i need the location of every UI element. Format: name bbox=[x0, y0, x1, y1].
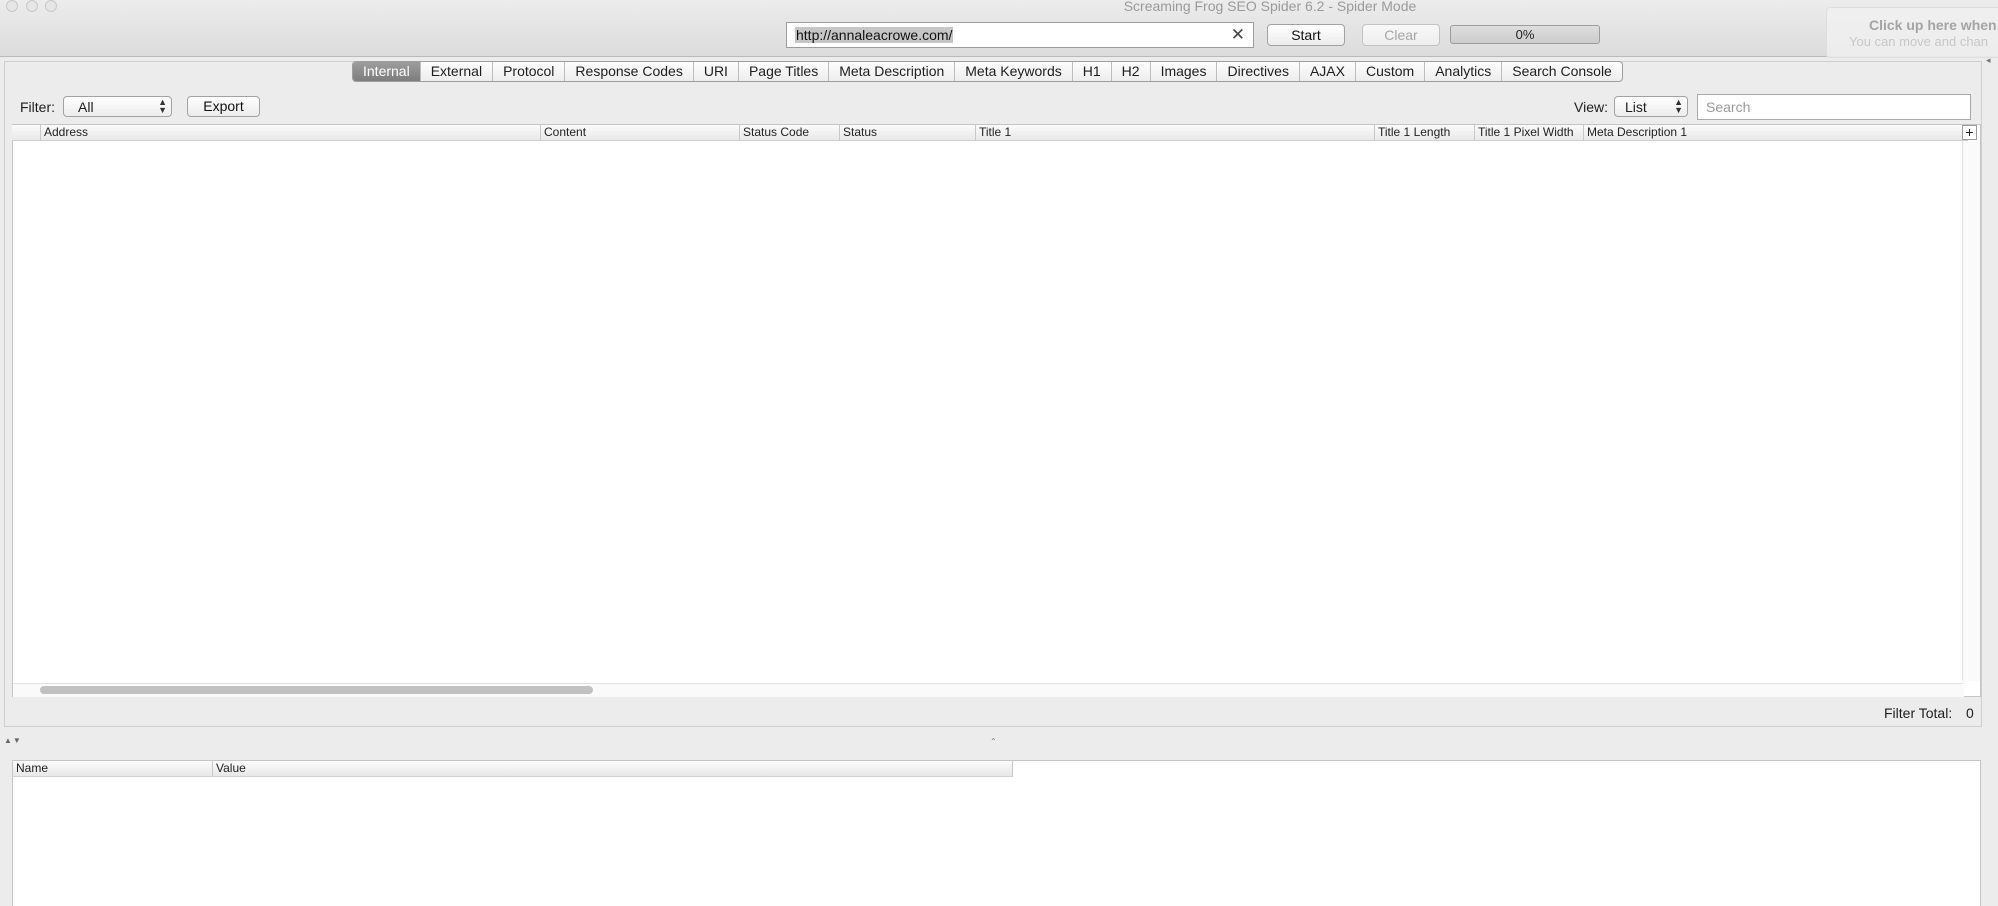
start-button[interactable]: Start bbox=[1267, 24, 1345, 46]
url-input-value[interactable]: http://annaleacrowe.com/ bbox=[795, 27, 954, 43]
details-column-value[interactable]: Value bbox=[213, 761, 1013, 776]
filter-total-value: 0 bbox=[1966, 705, 1974, 721]
tab-external[interactable]: External bbox=[421, 62, 494, 81]
tab-meta-description[interactable]: Meta Description bbox=[829, 62, 956, 81]
splitter-handle-icon[interactable]: ⌃ bbox=[990, 737, 997, 746]
clear-button[interactable]: Clear bbox=[1362, 24, 1440, 46]
column-header-title-1-length[interactable]: Title 1 Length bbox=[1374, 125, 1474, 140]
view-label: View: bbox=[1574, 99, 1608, 115]
view-select[interactable]: List ▲ ▼ bbox=[1614, 96, 1688, 117]
details-table bbox=[12, 760, 1981, 906]
column-header-status-code[interactable]: Status Code bbox=[739, 125, 839, 140]
details-column-name[interactable]: Name bbox=[13, 761, 213, 776]
column-header-meta-description-1[interactable]: Meta Description 1 bbox=[1583, 125, 1968, 140]
row-number-header bbox=[12, 125, 40, 140]
tab-search-console[interactable]: Search Console bbox=[1502, 62, 1622, 81]
search-input[interactable] bbox=[1697, 94, 1971, 120]
splitter-arrows-icon[interactable]: ◂ bbox=[1986, 55, 1996, 65]
close-icon[interactable]: ✕ bbox=[1231, 25, 1245, 45]
tab-protocol[interactable]: Protocol bbox=[493, 62, 566, 81]
tab-images[interactable]: Images bbox=[1151, 62, 1218, 81]
filter-select-value: All bbox=[78, 99, 94, 115]
progress-label: 0% bbox=[1515, 27, 1535, 42]
column-header-title-1-pixel-width[interactable]: Title 1 Pixel Width bbox=[1474, 125, 1583, 140]
tab-directives[interactable]: Directives bbox=[1217, 62, 1300, 81]
filter-label: Filter: bbox=[20, 99, 55, 115]
chevron-updown-icon: ▲ ▼ bbox=[1674, 97, 1683, 115]
minimize-window-button[interactable] bbox=[26, 0, 38, 12]
vertical-scrollbar[interactable] bbox=[1962, 141, 1980, 681]
window-title: Screaming Frog SEO Spider 6.2 - Spider M… bbox=[1123, 0, 1417, 14]
crawl-progress-bar: 0% bbox=[1450, 25, 1600, 44]
tab-response-codes[interactable]: Response Codes bbox=[565, 62, 694, 81]
tab-custom[interactable]: Custom bbox=[1356, 62, 1426, 81]
horizontal-scrollbar-thumb[interactable] bbox=[40, 686, 593, 694]
filter-total-label: Filter Total: bbox=[1884, 705, 1953, 721]
details-table-header: Name Value bbox=[13, 761, 1013, 777]
splitter-arrows-icon[interactable]: ▲▼ bbox=[4, 736, 22, 745]
tab-ajax[interactable]: AJAX bbox=[1300, 62, 1356, 81]
tab-uri[interactable]: URI bbox=[694, 62, 739, 81]
results-table-header: Address Content Status Code Status Title 1 Ti… bbox=[12, 125, 1968, 141]
plus-icon[interactable]: + bbox=[1962, 125, 1977, 140]
zoom-window-button[interactable] bbox=[45, 0, 57, 12]
column-header-title-1[interactable]: Title 1 bbox=[975, 125, 1374, 140]
close-window-button[interactable] bbox=[6, 0, 18, 12]
view-select-value: List bbox=[1625, 99, 1647, 115]
tooltip-line-1: Click up here when bbox=[1869, 17, 1997, 33]
export-button[interactable]: Export bbox=[187, 96, 260, 117]
results-table-body[interactable] bbox=[13, 141, 1962, 681]
column-header-address[interactable]: Address bbox=[40, 125, 540, 140]
tab-page-titles[interactable]: Page Titles bbox=[739, 62, 830, 81]
chevron-updown-icon: ▲ ▼ bbox=[158, 97, 167, 115]
tab-internal[interactable]: Internal bbox=[353, 62, 421, 81]
column-header-status[interactable]: Status bbox=[839, 125, 975, 140]
tab-h2[interactable]: H2 bbox=[1112, 62, 1151, 81]
tab-meta-keywords[interactable]: Meta Keywords bbox=[955, 62, 1073, 81]
tab-h1[interactable]: H1 bbox=[1073, 62, 1112, 81]
column-header-content[interactable]: Content bbox=[540, 125, 739, 140]
filter-select[interactable]: All ▲ ▼ bbox=[63, 96, 172, 117]
url-input[interactable]: http://annaleacrowe.com/ ✕ bbox=[786, 22, 1254, 48]
tab-analytics[interactable]: Analytics bbox=[1425, 62, 1503, 81]
tab-bar: Internal External Protocol Response Codes UR… bbox=[352, 61, 1623, 82]
tooltip-line-2: You can move and chan bbox=[1849, 34, 1989, 49]
help-tooltip: Click up here when You can move and chan bbox=[1826, 7, 1998, 58]
